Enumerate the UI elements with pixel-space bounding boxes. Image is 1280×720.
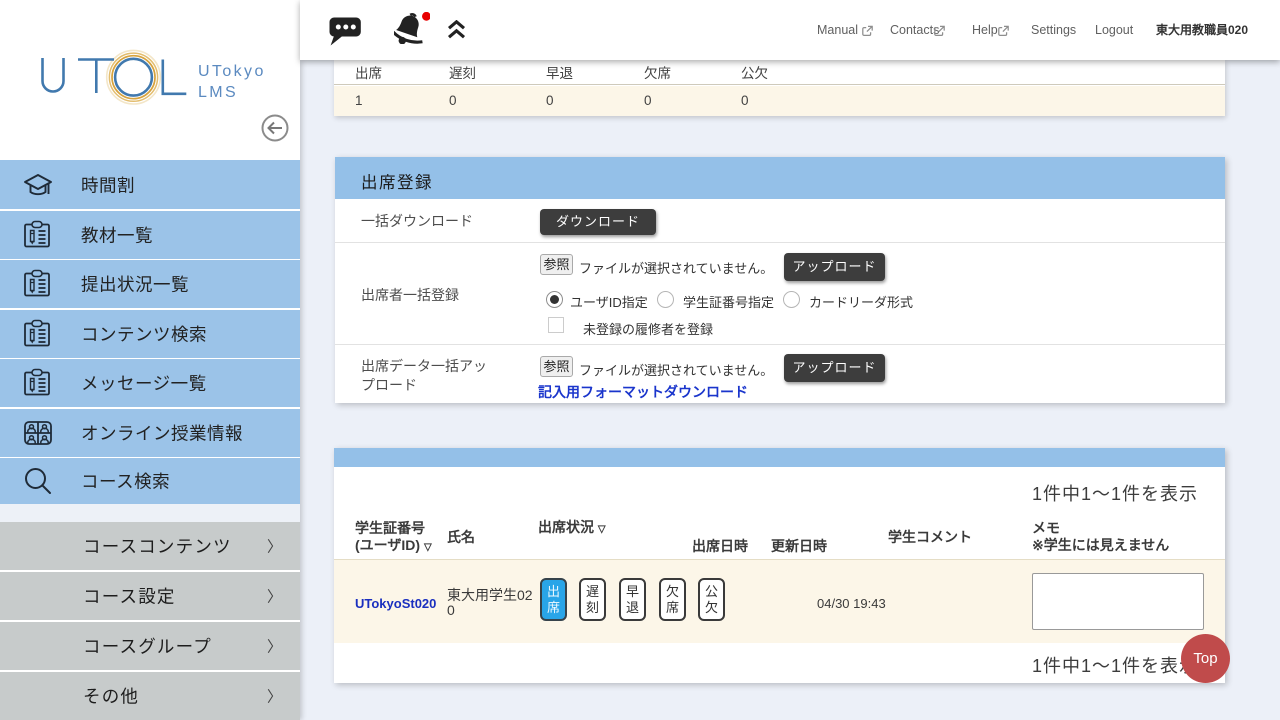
svg-text:LMS: LMS <box>198 84 238 101</box>
svg-text:UTokyo: UTokyo <box>198 63 266 80</box>
